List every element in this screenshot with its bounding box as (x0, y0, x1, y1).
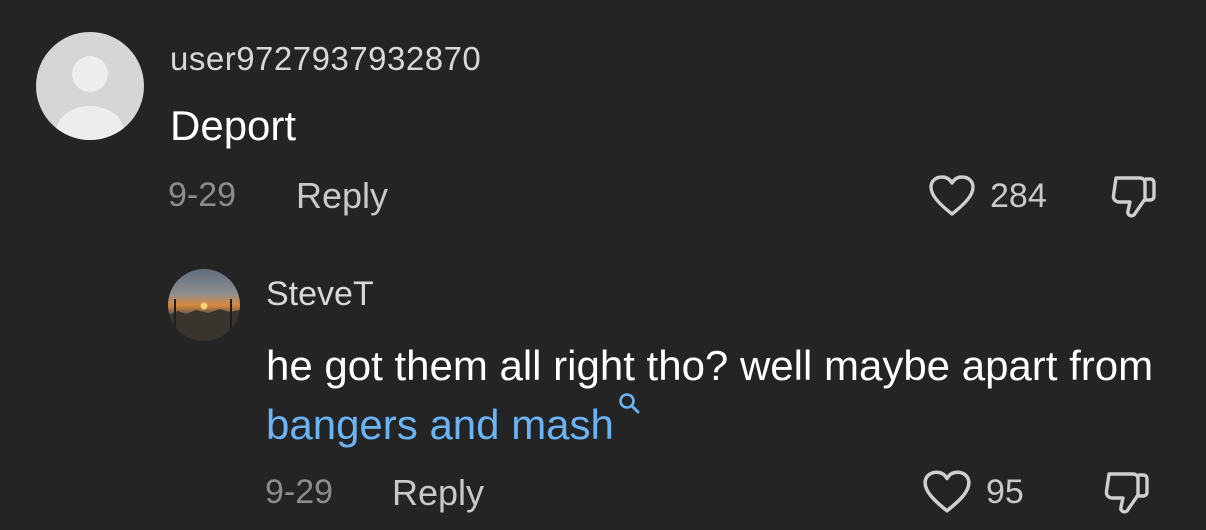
comment-text: Deport (170, 102, 297, 149)
comment-date: 9-29 (168, 176, 237, 214)
comment-text-body: he got them all right tho? well maybe ap… (266, 342, 1154, 389)
like-button[interactable]: 95 (922, 468, 1024, 516)
thumbs-down-outline-icon (1104, 472, 1149, 514)
reply-button[interactable]: Reply (392, 472, 484, 514)
sunset-photo-avatar-icon (168, 269, 240, 341)
search-icon (619, 393, 640, 414)
comment-text: he got them all right tho? well maybe ap… (266, 336, 1186, 454)
like-button[interactable]: 284 (928, 172, 1047, 220)
comment-username[interactable]: SteveT (266, 275, 374, 314)
dislike-button[interactable] (1110, 174, 1158, 225)
comment-date: 9-29 (265, 473, 334, 511)
like-count: 284 (990, 176, 1047, 215)
search-link-text[interactable]: bangers and mash (266, 401, 614, 448)
heart-outline-icon (923, 470, 971, 513)
avatar[interactable] (36, 32, 144, 140)
like-count: 95 (986, 472, 1024, 511)
dislike-button[interactable] (1103, 470, 1151, 521)
comment-username[interactable]: user9727937932870 (170, 40, 481, 78)
default-avatar-icon (36, 32, 144, 140)
search-link[interactable]: bangers and mash (266, 393, 641, 448)
thumbs-down-outline-icon (1111, 176, 1156, 218)
reply-button[interactable]: Reply (296, 175, 388, 217)
heart-outline-icon (929, 175, 975, 216)
avatar[interactable] (168, 269, 240, 341)
